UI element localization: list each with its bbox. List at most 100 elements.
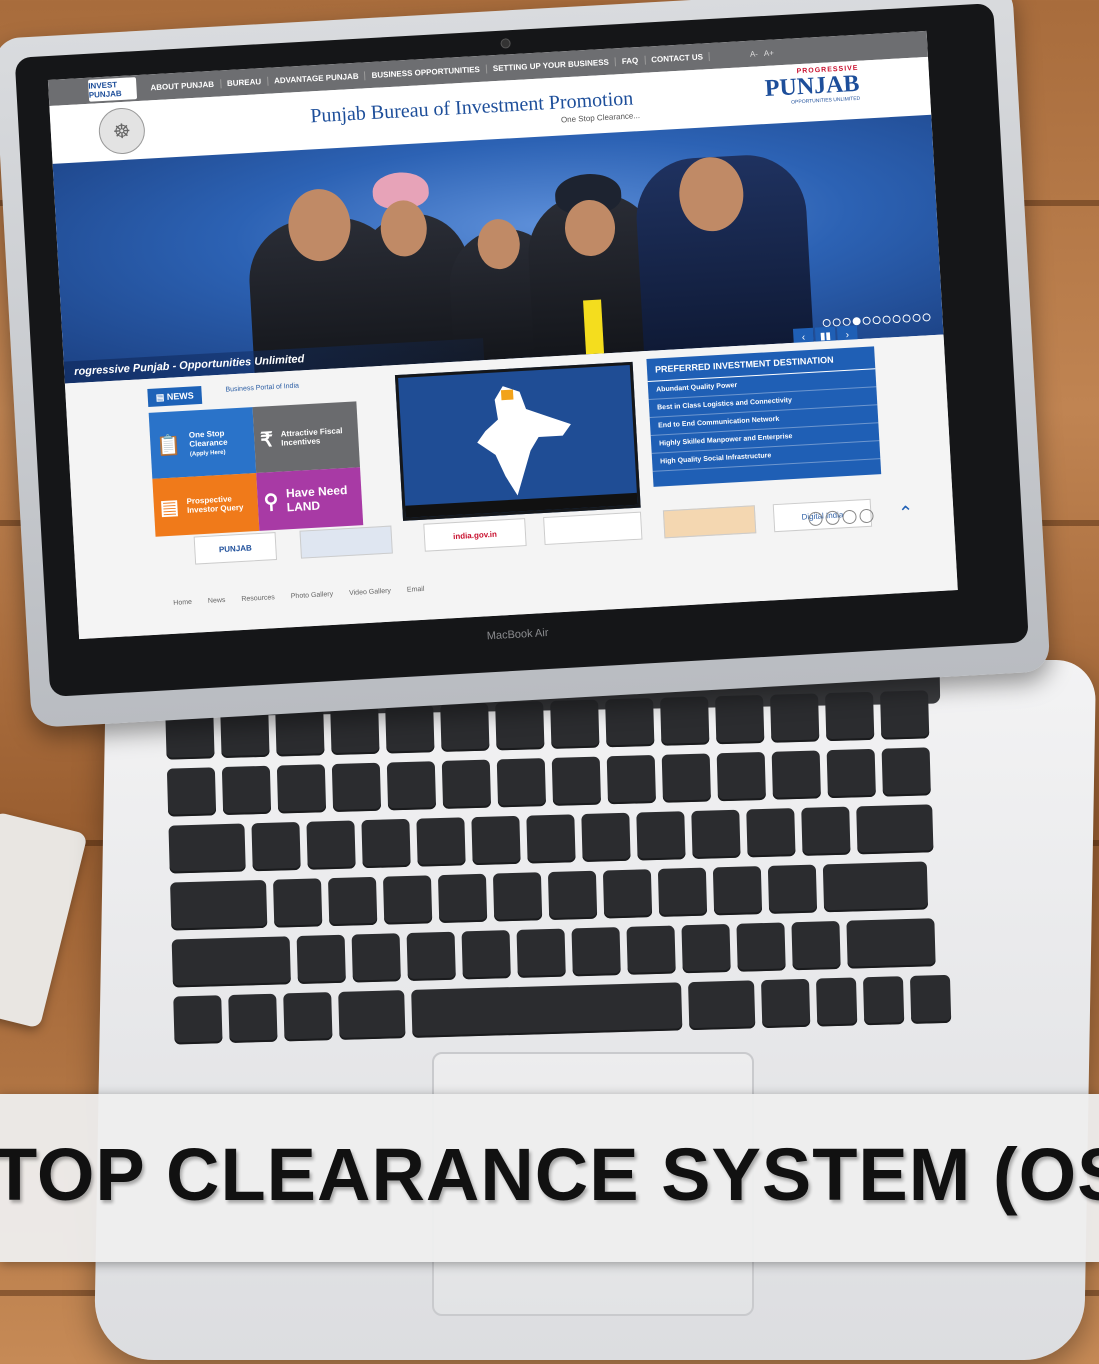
key[interactable]	[221, 765, 272, 816]
nav-item-about-punjab[interactable]: ABOUT PUNJAB	[144, 78, 222, 93]
shift-key[interactable]	[846, 918, 936, 969]
key[interactable]	[636, 811, 686, 861]
key[interactable]	[386, 761, 437, 811]
key[interactable]	[526, 814, 576, 864]
key[interactable]	[495, 701, 545, 751]
nav-item-faq[interactable]: FAQ	[615, 55, 646, 66]
command-key[interactable]	[338, 990, 406, 1040]
footer-link-news[interactable]: News	[208, 597, 226, 605]
land-tile[interactable]: ⚲ Have Need LAND	[256, 467, 364, 531]
key[interactable]	[791, 920, 841, 971]
key[interactable]	[276, 764, 327, 814]
key[interactable]	[461, 930, 511, 980]
option-key[interactable]	[761, 978, 811, 1029]
key[interactable]	[416, 817, 466, 867]
key[interactable]	[492, 872, 543, 922]
key[interactable]	[296, 934, 346, 985]
key[interactable]	[275, 707, 325, 757]
key[interactable]	[661, 753, 711, 803]
footer-link-resources[interactable]: Resources	[241, 594, 275, 603]
font-decrease-button[interactable]: A-	[750, 49, 758, 58]
key[interactable]	[771, 750, 821, 800]
key[interactable]	[166, 767, 217, 817]
key[interactable]	[551, 756, 602, 806]
key[interactable]	[382, 875, 433, 925]
key[interactable]	[825, 691, 875, 742]
footer-link-email[interactable]: Email	[407, 586, 425, 594]
slider-dot[interactable]	[882, 315, 891, 324]
one-stop-clearance-tile[interactable]: 📋 One Stop Clearance (Apply Here)	[148, 407, 257, 479]
partner-make-in-india-logo[interactable]	[543, 511, 643, 546]
key[interactable]	[406, 931, 456, 981]
key[interactable]	[691, 809, 741, 859]
slider-dot[interactable]	[922, 313, 931, 322]
key[interactable]	[550, 699, 600, 749]
slider-dot[interactable]	[912, 313, 921, 323]
shift-key[interactable]	[171, 936, 291, 988]
key[interactable]	[801, 806, 851, 856]
key[interactable]	[605, 698, 655, 748]
capslock-key[interactable]	[170, 879, 268, 931]
key[interactable]	[516, 928, 566, 978]
key[interactable]	[826, 748, 876, 799]
key[interactable]	[441, 759, 492, 809]
key[interactable]	[767, 864, 818, 914]
scroll-to-top-icon[interactable]: ⌃	[898, 502, 914, 524]
key[interactable]	[602, 869, 653, 919]
fn-key[interactable]	[173, 995, 223, 1045]
key[interactable]	[879, 690, 930, 740]
key[interactable]	[351, 933, 401, 983]
footer-link-photo-gallery[interactable]: Photo Gallery	[291, 591, 334, 600]
investor-query-tile[interactable]: ▤ Prospective Investor Query	[152, 473, 260, 537]
nav-item-bureau[interactable]: BUREAU	[220, 76, 269, 88]
key[interactable]	[606, 755, 657, 805]
key[interactable]	[251, 821, 301, 872]
nav-item-contact-us[interactable]: CONTACT US	[644, 51, 711, 65]
google-plus-icon[interactable]	[842, 509, 857, 525]
arrow-right-key[interactable]	[909, 974, 952, 1024]
slider-dot[interactable]	[902, 314, 911, 323]
key[interactable]	[657, 867, 708, 917]
key[interactable]	[746, 808, 796, 858]
key[interactable]	[331, 762, 382, 813]
slider-dot[interactable]	[892, 314, 901, 324]
key[interactable]	[715, 694, 765, 745]
key[interactable]	[385, 704, 435, 754]
nav-item-advantage-punjab[interactable]: ADVANTAGE PUNJAB	[267, 70, 366, 86]
key[interactable]	[547, 870, 598, 921]
key[interactable]	[626, 925, 676, 975]
twitter-icon[interactable]	[825, 510, 840, 526]
command-key[interactable]	[688, 980, 756, 1031]
key[interactable]	[571, 927, 621, 977]
key[interactable]	[327, 876, 378, 927]
partner-banner[interactable]	[662, 505, 757, 539]
key[interactable]	[330, 705, 380, 756]
arrow-left-key[interactable]	[815, 977, 858, 1027]
key[interactable]	[736, 922, 786, 972]
key[interactable]	[273, 878, 323, 928]
partner-punjab-logo[interactable]: PUNJAB	[193, 532, 278, 565]
partner-banner[interactable]	[299, 525, 393, 559]
key[interactable]	[681, 923, 731, 974]
key[interactable]	[496, 758, 547, 808]
map-video-player[interactable]	[394, 361, 641, 521]
key[interactable]	[770, 693, 820, 743]
key[interactable]	[581, 812, 631, 863]
footer-link-video-gallery[interactable]: Video Gallery	[349, 588, 391, 597]
progressive-punjab-logo[interactable]: PROGRESSIVE PUNJAB OPPORTUNITIES UNLIMIT…	[764, 65, 860, 107]
partner-india-gov-logo[interactable]: india.gov.in	[423, 518, 527, 552]
key[interactable]	[712, 866, 763, 916]
business-portal-link[interactable]: Business Portal of India	[225, 383, 299, 394]
return-key[interactable]	[822, 861, 929, 913]
tab-key[interactable]	[168, 823, 246, 874]
key[interactable]	[440, 702, 490, 752]
linkedin-icon[interactable]	[859, 508, 874, 524]
nav-item-setting-up-business[interactable]: SETTING UP YOUR BUSINESS	[486, 56, 617, 74]
arrow-up-down-key[interactable]	[862, 976, 905, 1026]
key[interactable]	[856, 804, 934, 855]
key[interactable]	[306, 820, 356, 870]
control-key[interactable]	[228, 993, 278, 1043]
invest-punjab-logo[interactable]: INVEST PUNJAB	[87, 77, 138, 102]
key[interactable]	[361, 818, 411, 869]
fiscal-incentives-tile[interactable]: ₹ Attractive Fiscal Incentives	[252, 401, 361, 474]
